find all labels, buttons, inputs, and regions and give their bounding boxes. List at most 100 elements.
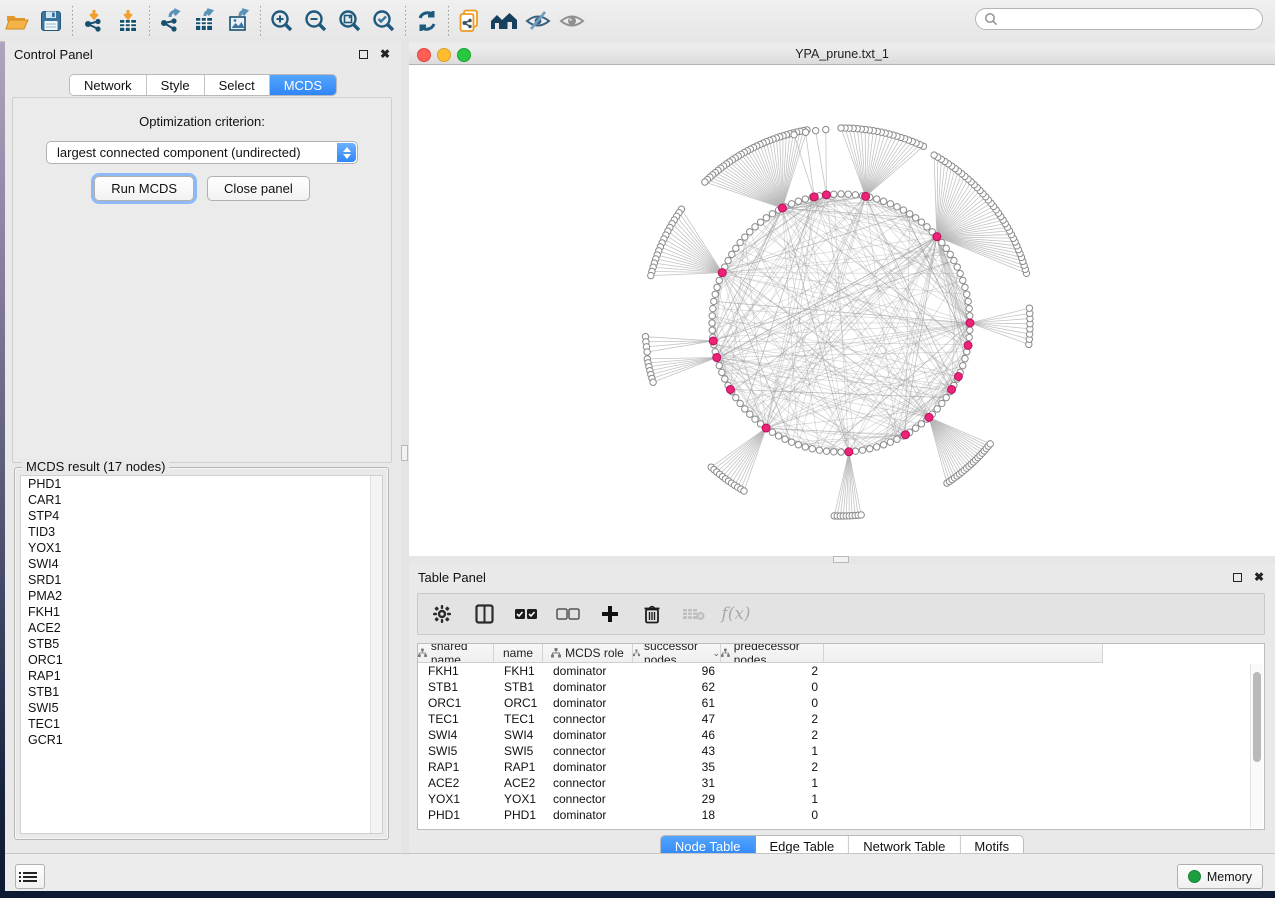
graph-node[interactable] (757, 219, 763, 225)
graph-node[interactable] (887, 201, 893, 207)
mcds-list-scrollbar[interactable] (370, 476, 382, 833)
graph-node[interactable] (802, 129, 808, 135)
save-session-button[interactable] (34, 4, 68, 38)
graph-node[interactable] (795, 198, 801, 204)
graph-node[interactable] (710, 305, 716, 311)
graph-node[interactable] (962, 284, 968, 290)
graph-node[interactable] (741, 488, 747, 494)
table-row[interactable]: STB1STB1dominator620 (418, 679, 1264, 695)
graph-node[interactable] (788, 201, 794, 207)
graph-node[interactable] (859, 447, 865, 453)
mcds-result-item[interactable]: TID3 (21, 524, 382, 540)
graph-hub-node[interactable] (713, 353, 721, 361)
refresh-view-button[interactable] (410, 4, 444, 38)
graph-node[interactable] (711, 298, 717, 304)
column-header-shared-name[interactable]: shared name (418, 644, 494, 663)
graph-node[interactable] (747, 411, 753, 417)
graph-node[interactable] (716, 362, 722, 368)
graph-node[interactable] (775, 433, 781, 439)
graph-node[interactable] (823, 448, 829, 454)
horizontal-splitter[interactable] (409, 556, 1275, 564)
show-hidden-button[interactable] (555, 4, 589, 38)
graph-node[interactable] (733, 245, 739, 251)
network-window-titlebar[interactable]: YPA_prune.txt_1 (409, 44, 1275, 65)
criterion-select[interactable]: largest connected component (undirected) (46, 141, 358, 164)
graph-node[interactable] (644, 349, 650, 355)
graph-node[interactable] (966, 305, 972, 311)
graph-hub-node[interactable] (933, 233, 941, 241)
search-input[interactable] (1003, 11, 1247, 27)
graph-node[interactable] (733, 394, 739, 400)
splitter-handle[interactable] (833, 556, 849, 563)
column-header-mcds-role[interactable]: MCDS role (543, 644, 633, 663)
graph-hub-node[interactable] (902, 431, 910, 439)
graph-node[interactable] (737, 400, 743, 406)
graph-hub-node[interactable] (845, 448, 853, 456)
table-row[interactable]: SWI5SWI5connector431 (418, 743, 1264, 759)
graph-node[interactable] (912, 425, 918, 431)
export-table-button[interactable] (188, 4, 222, 38)
graph-node[interactable] (729, 251, 735, 257)
graph-node[interactable] (742, 234, 748, 240)
mcds-result-item[interactable]: SWI4 (21, 556, 382, 572)
graph-node[interactable] (852, 192, 858, 198)
zoom-out-button[interactable] (299, 4, 333, 38)
mcds-result-item[interactable]: STP4 (21, 508, 382, 524)
table-row[interactable]: TEC1TEC1connector472 (418, 711, 1264, 727)
graph-node[interactable] (838, 449, 844, 455)
float-panel-icon[interactable] (356, 47, 370, 61)
table-settings-button[interactable] (430, 602, 454, 626)
graph-node[interactable] (737, 239, 743, 245)
graph-hub-node[interactable] (948, 385, 956, 393)
select-all-button[interactable] (514, 602, 538, 626)
graph-hub-node[interactable] (778, 204, 786, 212)
clone-network-button[interactable] (453, 4, 487, 38)
graph-hub-node[interactable] (718, 269, 726, 277)
network-view-canvas[interactable] (409, 65, 1275, 556)
column-header-predecessor-nodes[interactable]: predecessor nodes (721, 644, 824, 663)
mcds-result-item[interactable]: CAR1 (21, 492, 382, 508)
graph-hub-node[interactable] (822, 191, 830, 199)
graph-node[interactable] (966, 334, 972, 340)
graph-node[interactable] (752, 416, 758, 422)
graph-node[interactable] (816, 447, 822, 453)
graph-node[interactable] (943, 245, 949, 251)
add-column-button[interactable] (598, 602, 622, 626)
tab-mcds[interactable]: MCDS (270, 75, 336, 95)
graph-node[interactable] (802, 444, 808, 450)
graph-node[interactable] (716, 277, 722, 283)
graph-node[interactable] (714, 284, 720, 290)
mcds-result-item[interactable]: RAP1 (21, 668, 382, 684)
network-graph[interactable] (409, 65, 1275, 556)
graph-node[interactable] (831, 191, 837, 197)
table-scrollbar[interactable] (1250, 664, 1263, 828)
graph-node[interactable] (782, 436, 788, 442)
delete-columns-button[interactable] (640, 602, 664, 626)
vertical-splitter[interactable] (401, 41, 409, 853)
graph-hub-node[interactable] (762, 424, 770, 432)
graph-node[interactable] (934, 406, 940, 412)
function-builder-button[interactable]: f(x) (724, 602, 748, 626)
graph-node[interactable] (838, 125, 844, 131)
graph-node[interactable] (951, 257, 957, 263)
mcds-result-item[interactable]: TEC1 (21, 716, 382, 732)
graph-node[interactable] (788, 439, 794, 445)
toggle-panes-button[interactable] (472, 602, 496, 626)
graph-node[interactable] (874, 444, 880, 450)
mcds-result-item[interactable]: SWI5 (21, 700, 382, 716)
mcds-result-item[interactable]: YOX1 (21, 540, 382, 556)
graph-node[interactable] (795, 442, 801, 448)
mcds-result-item[interactable]: ORC1 (21, 652, 382, 668)
graph-node[interactable] (900, 207, 906, 213)
graph-node[interactable] (763, 215, 769, 221)
mcds-result-item[interactable]: STB5 (21, 636, 382, 652)
open-session-button[interactable] (0, 4, 34, 38)
graph-hub-node[interactable] (709, 337, 717, 345)
graph-node[interactable] (954, 264, 960, 270)
first-neighbors-button[interactable] (487, 4, 521, 38)
column-header-name[interactable]: name (494, 644, 543, 663)
export-image-button[interactable] (222, 4, 256, 38)
tab-style[interactable]: Style (147, 75, 205, 95)
graph-node[interactable] (809, 446, 815, 452)
graph-hub-node[interactable] (862, 192, 870, 200)
